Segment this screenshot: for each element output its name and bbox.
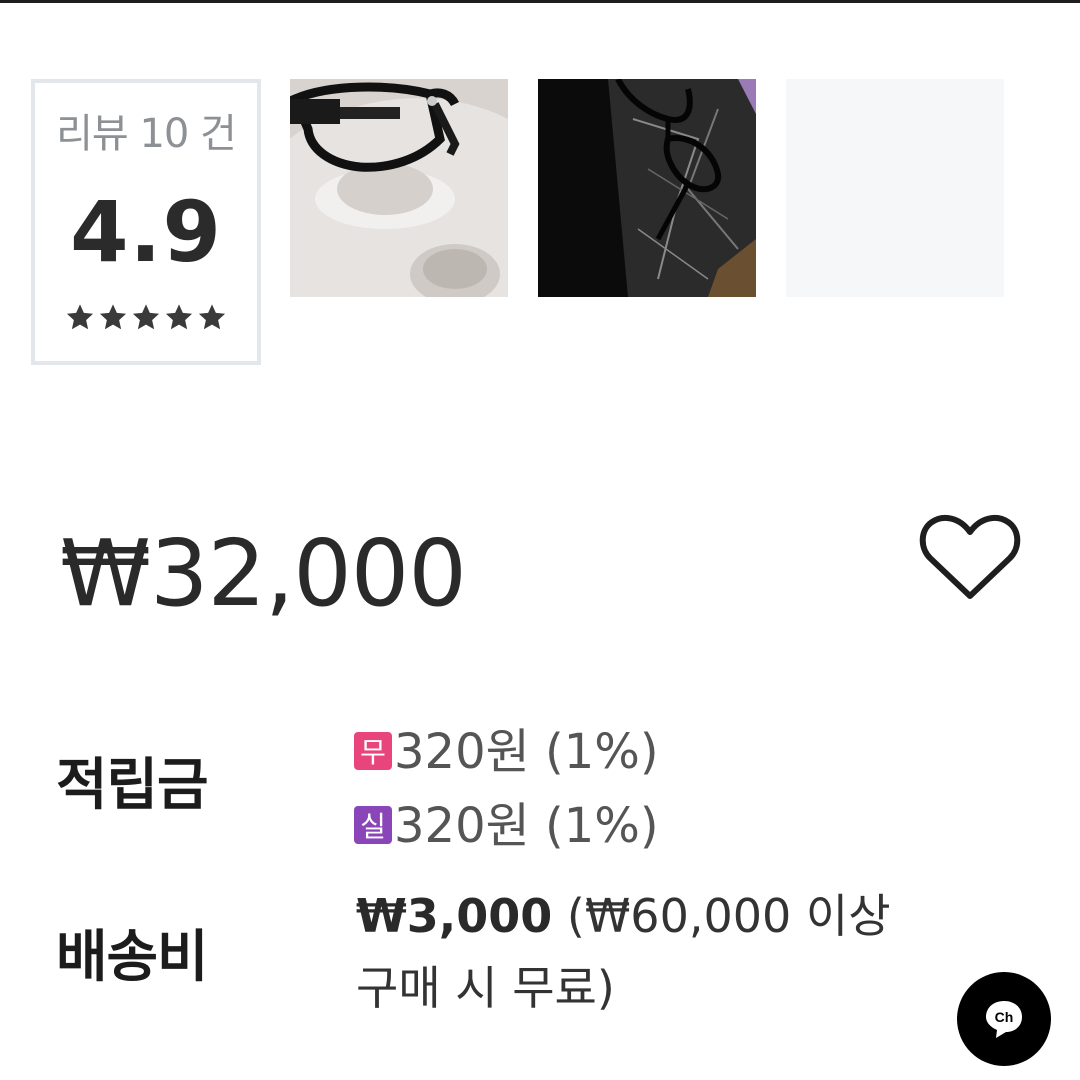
photo-placeholder (786, 79, 1004, 297)
review-photo-thumbnail[interactable] (538, 79, 756, 297)
top-divider (0, 0, 1080, 3)
review-score: 4.9 (70, 183, 222, 281)
points-chip: 무 (354, 732, 392, 770)
points-chip: 실 (354, 806, 392, 844)
star-rating (64, 301, 228, 333)
star-icon (165, 304, 193, 330)
points-line: 실 320원 (1%) (354, 786, 659, 856)
shipping-fee: ₩3,000 (356, 889, 553, 943)
review-summary[interactable]: 리뷰 10 건 4.9 (31, 79, 261, 365)
points-value: 320원 (1%) (394, 724, 659, 780)
product-price: ₩32,000 (60, 520, 467, 627)
review-count-label: 리뷰 10 건 (56, 111, 237, 157)
heart-outline-icon[interactable] (918, 514, 1022, 604)
chat-badge-text: Ch (995, 1009, 1014, 1025)
star-icon (132, 304, 160, 330)
star-icon (66, 304, 94, 330)
shipping-label: 배송비 (56, 925, 209, 990)
chat-bubble-icon: Ch (986, 1001, 1022, 1038)
star-icon (198, 304, 226, 330)
review-photo-thumbnail[interactable] (290, 79, 508, 297)
photo-glasses-marble (538, 79, 756, 297)
photo-glasses-white-stand (290, 79, 508, 297)
points-value: 320원 (1%) (394, 798, 659, 854)
shipping-info: ₩3,000 (₩60,000 이상 구매 시 무료) (356, 880, 946, 1024)
review-photo-thumbnail[interactable] (786, 79, 1004, 297)
chat-button[interactable]: Ch (957, 972, 1051, 1066)
points-line: 무 320원 (1%) (354, 712, 659, 782)
points-label: 적립금 (56, 753, 209, 818)
star-icon (99, 304, 127, 330)
